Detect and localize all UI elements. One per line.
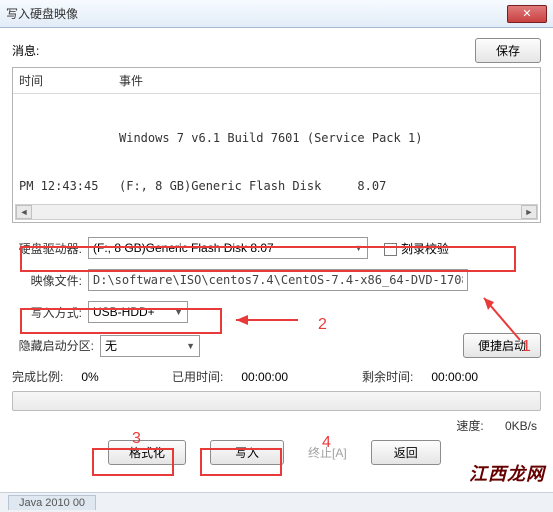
scroll-right-icon[interactable]: ► bbox=[521, 205, 537, 219]
back-button[interactable]: 返回 bbox=[371, 440, 441, 465]
format-button[interactable]: 格式化 bbox=[108, 440, 186, 465]
close-icon: ✕ bbox=[522, 7, 531, 20]
verify-checkbox-wrap[interactable]: 刻录校验 bbox=[384, 240, 449, 257]
chevron-down-icon: ▼ bbox=[354, 243, 363, 253]
progress-bar bbox=[12, 391, 541, 411]
mode-select[interactable]: USB-HDD+ ▼ bbox=[88, 301, 188, 323]
verify-label: 刻录校验 bbox=[401, 242, 449, 256]
log-header: 时间 事件 bbox=[13, 68, 540, 94]
log-line-2: PM 12:43:45(F:, 8 GB)Generic Flash Disk … bbox=[19, 178, 534, 194]
partition-row: 隐藏启动分区: 无 ▼ 便捷启动 bbox=[12, 333, 541, 358]
elapsed-label: 已用时间: bbox=[172, 368, 223, 385]
quick-boot-button[interactable]: 便捷启动 bbox=[463, 333, 541, 358]
drive-select[interactable]: (F:, 8 GB)Generic Flash Disk 8.07 ▼ bbox=[88, 237, 368, 259]
chevron-down-icon: ▼ bbox=[174, 307, 183, 317]
abort-button: 终止[A] bbox=[308, 444, 347, 461]
mode-label: 写入方式: bbox=[12, 304, 88, 321]
image-row: 映像文件: bbox=[12, 269, 541, 291]
done-value: 0% bbox=[81, 370, 98, 384]
write-button[interactable]: 写入 bbox=[210, 440, 284, 465]
chevron-down-icon: ▼ bbox=[186, 341, 195, 351]
drive-label: 硬盘驱动器: bbox=[12, 240, 88, 257]
content-area: 消息: 保存 时间 事件 Windows 7 v6.1 Build 7601 (… bbox=[0, 28, 553, 471]
log-box: 时间 事件 Windows 7 v6.1 Build 7601 (Service… bbox=[12, 67, 541, 223]
save-button[interactable]: 保存 bbox=[475, 38, 541, 63]
remain-value: 00:00:00 bbox=[431, 370, 478, 384]
scroll-track[interactable] bbox=[32, 205, 521, 219]
image-label: 映像文件: bbox=[12, 272, 88, 289]
drive-row: 硬盘驱动器: (F:, 8 GB)Generic Flash Disk 8.07… bbox=[12, 237, 541, 259]
partition-value: 无 bbox=[105, 337, 117, 354]
verify-checkbox[interactable] bbox=[384, 243, 397, 256]
taskbar: Java 2010 00 bbox=[0, 492, 553, 512]
horizontal-scrollbar[interactable]: ◄ ► bbox=[15, 204, 538, 220]
mode-value: USB-HDD+ bbox=[93, 305, 155, 319]
log-col-event: 事件 bbox=[119, 72, 143, 89]
message-row: 消息: 保存 bbox=[12, 38, 541, 63]
remain-label: 剩余时间: bbox=[362, 368, 413, 385]
log-event-2: (F:, 8 GB)Generic Flash Disk 8.07 bbox=[119, 179, 386, 193]
titlebar: 写入硬盘映像 ✕ bbox=[0, 0, 553, 28]
done-label: 完成比例: bbox=[12, 368, 63, 385]
scroll-left-icon[interactable]: ◄ bbox=[16, 205, 32, 219]
button-row: 格式化 写入 终止[A] 返回 bbox=[12, 440, 541, 465]
mode-row: 写入方式: USB-HDD+ ▼ bbox=[12, 301, 541, 323]
message-label: 消息: bbox=[12, 42, 39, 59]
window-title: 写入硬盘映像 bbox=[6, 5, 78, 22]
partition-select[interactable]: 无 ▼ bbox=[100, 335, 200, 357]
partition-label: 隐藏启动分区: bbox=[12, 337, 100, 354]
elapsed-value: 00:00:00 bbox=[241, 370, 288, 384]
log-col-time: 时间 bbox=[19, 72, 119, 89]
image-path-input[interactable] bbox=[88, 269, 468, 291]
log-time-2: PM 12:43:45 bbox=[19, 178, 119, 194]
speed-value: 0KB/s bbox=[487, 419, 537, 433]
speed-label: 速度: bbox=[456, 419, 483, 433]
task-tab[interactable]: Java 2010 00 bbox=[8, 495, 96, 510]
speed-row: 速度: 0KB/s bbox=[12, 415, 541, 440]
log-line-1: Windows 7 v6.1 Build 7601 (Service Pack … bbox=[19, 130, 534, 146]
watermark: 江西龙网 bbox=[469, 460, 545, 486]
close-button[interactable]: ✕ bbox=[507, 5, 547, 23]
stats-row: 完成比例: 0% 已用时间: 00:00:00 剩余时间: 00:00:00 bbox=[12, 368, 541, 385]
drive-value: (F:, 8 GB)Generic Flash Disk 8.07 bbox=[93, 241, 274, 255]
